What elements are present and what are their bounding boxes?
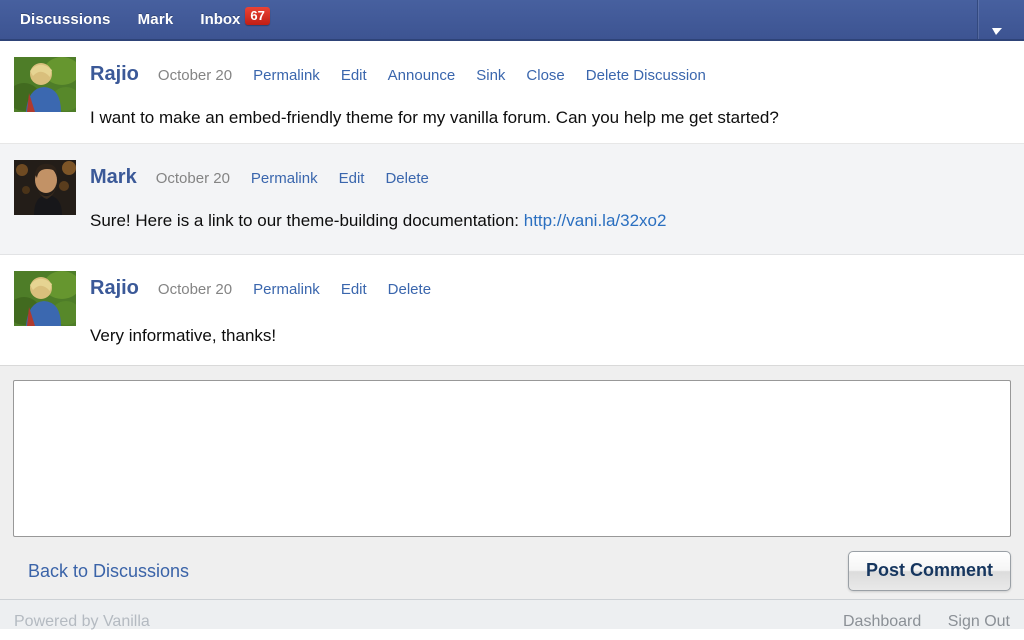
discussion-thread: Rajio October 20 Permalink Edit Announce… — [0, 41, 1024, 599]
post-body: Sure! Here is a link to our theme-buildi… — [90, 210, 1010, 232]
chat-bubble-button[interactable] — [977, 0, 1024, 39]
permalink-link[interactable]: Permalink — [253, 281, 320, 298]
nav-inbox[interactable]: Inbox 67 — [200, 11, 269, 29]
page-footer: Powered by Vanilla Dashboard Sign Out — [0, 599, 1024, 629]
dashboard-link[interactable]: Dashboard — [843, 613, 921, 630]
back-to-discussions-link[interactable]: Back to Discussions — [28, 561, 189, 582]
delete-discussion-link[interactable]: Delete Discussion — [586, 67, 706, 84]
avatar-mark[interactable] — [14, 160, 76, 215]
top-navigation-bar: Discussions Mark Inbox 67 — [0, 0, 1024, 41]
permalink-link[interactable]: Permalink — [253, 67, 320, 84]
close-link[interactable]: Close — [526, 67, 564, 84]
discussion-post: Rajio October 20 Permalink Edit Announce… — [0, 41, 1024, 143]
documentation-link[interactable]: http://vani.la/32xo2 — [524, 211, 667, 230]
comment-form: Back to Discussions Post Comment — [0, 365, 1024, 599]
nav-profile[interactable]: Mark — [138, 11, 174, 28]
comment-post: Mark October 20 Permalink Edit Delete Su… — [0, 143, 1024, 255]
sign-out-link[interactable]: Sign Out — [948, 613, 1010, 630]
edit-link[interactable]: Edit — [339, 170, 365, 187]
powered-by-vanilla-link[interactable]: Powered by Vanilla — [14, 613, 150, 629]
edit-link[interactable]: Edit — [341, 281, 367, 298]
post-date: October 20 — [158, 67, 232, 84]
chat-bubble-icon — [987, 11, 1015, 29]
avatar-rajio[interactable] — [14, 271, 76, 326]
edit-link[interactable]: Edit — [341, 67, 367, 84]
post-comment-button[interactable]: Post Comment — [848, 551, 1011, 591]
inbox-label: Inbox — [200, 11, 240, 28]
comment-post: Rajio October 20 Permalink Edit Delete V… — [0, 255, 1024, 365]
delete-link[interactable]: Delete — [385, 170, 428, 187]
author-link[interactable]: Mark — [90, 166, 137, 189]
post-text: Sure! Here is a link to our theme-buildi… — [90, 211, 524, 230]
sink-link[interactable]: Sink — [476, 67, 505, 84]
post-date: October 20 — [156, 170, 230, 187]
avatar-rajio[interactable] — [14, 57, 76, 112]
inbox-count-badge: 67 — [245, 7, 269, 25]
delete-link[interactable]: Delete — [388, 281, 431, 298]
author-link[interactable]: Rajio — [90, 277, 139, 300]
author-link[interactable]: Rajio — [90, 63, 139, 86]
post-date: October 20 — [158, 281, 232, 298]
permalink-link[interactable]: Permalink — [251, 170, 318, 187]
post-body: Very informative, thanks! — [90, 325, 1010, 347]
post-body: I want to make an embed-friendly theme f… — [90, 107, 1010, 129]
announce-link[interactable]: Announce — [388, 67, 456, 84]
comment-input[interactable] — [13, 380, 1011, 537]
nav-discussions[interactable]: Discussions — [20, 11, 111, 28]
